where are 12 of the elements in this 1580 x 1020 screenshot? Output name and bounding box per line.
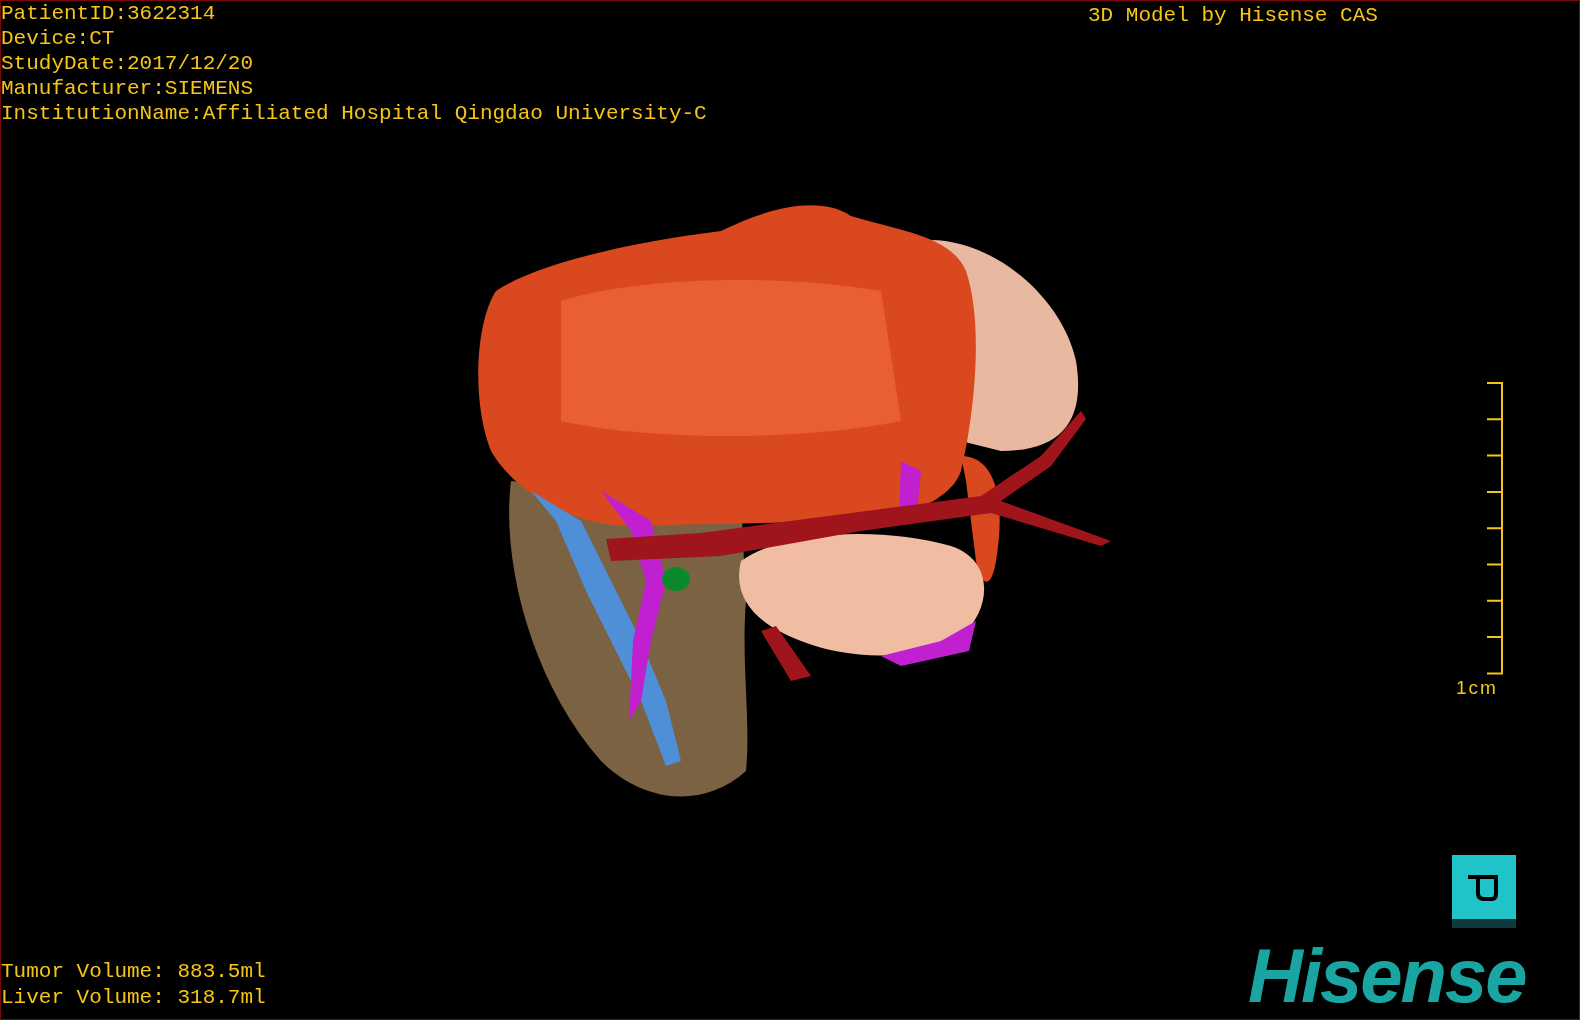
volume-text: Tumor Volume: 883.5ml	[1, 959, 266, 985]
patient-info-text: Device:CT	[1, 26, 116, 51]
brand-logo-text: Hisense	[1248, 936, 1526, 1016]
scale-bar-icon	[1485, 382, 1504, 675]
logo-box-icon	[1452, 855, 1517, 930]
patient-info-text: PatientID:3622314	[1, 1, 217, 26]
patient-info-text: StudyDate:2017/12/20	[1, 51, 255, 76]
patient-info-text: Manufacturer:SIEMENS	[1, 76, 255, 101]
volume-text: Liver Volume: 318.7ml	[1, 985, 266, 1011]
model-credit-text: 3D Model by Hisense CAS	[1088, 3, 1378, 29]
scale-label: 1cm	[1456, 677, 1498, 699]
patient-info-text: InstitutionName:Affiliated Hospital Qingdao University-C	[1, 101, 707, 126]
